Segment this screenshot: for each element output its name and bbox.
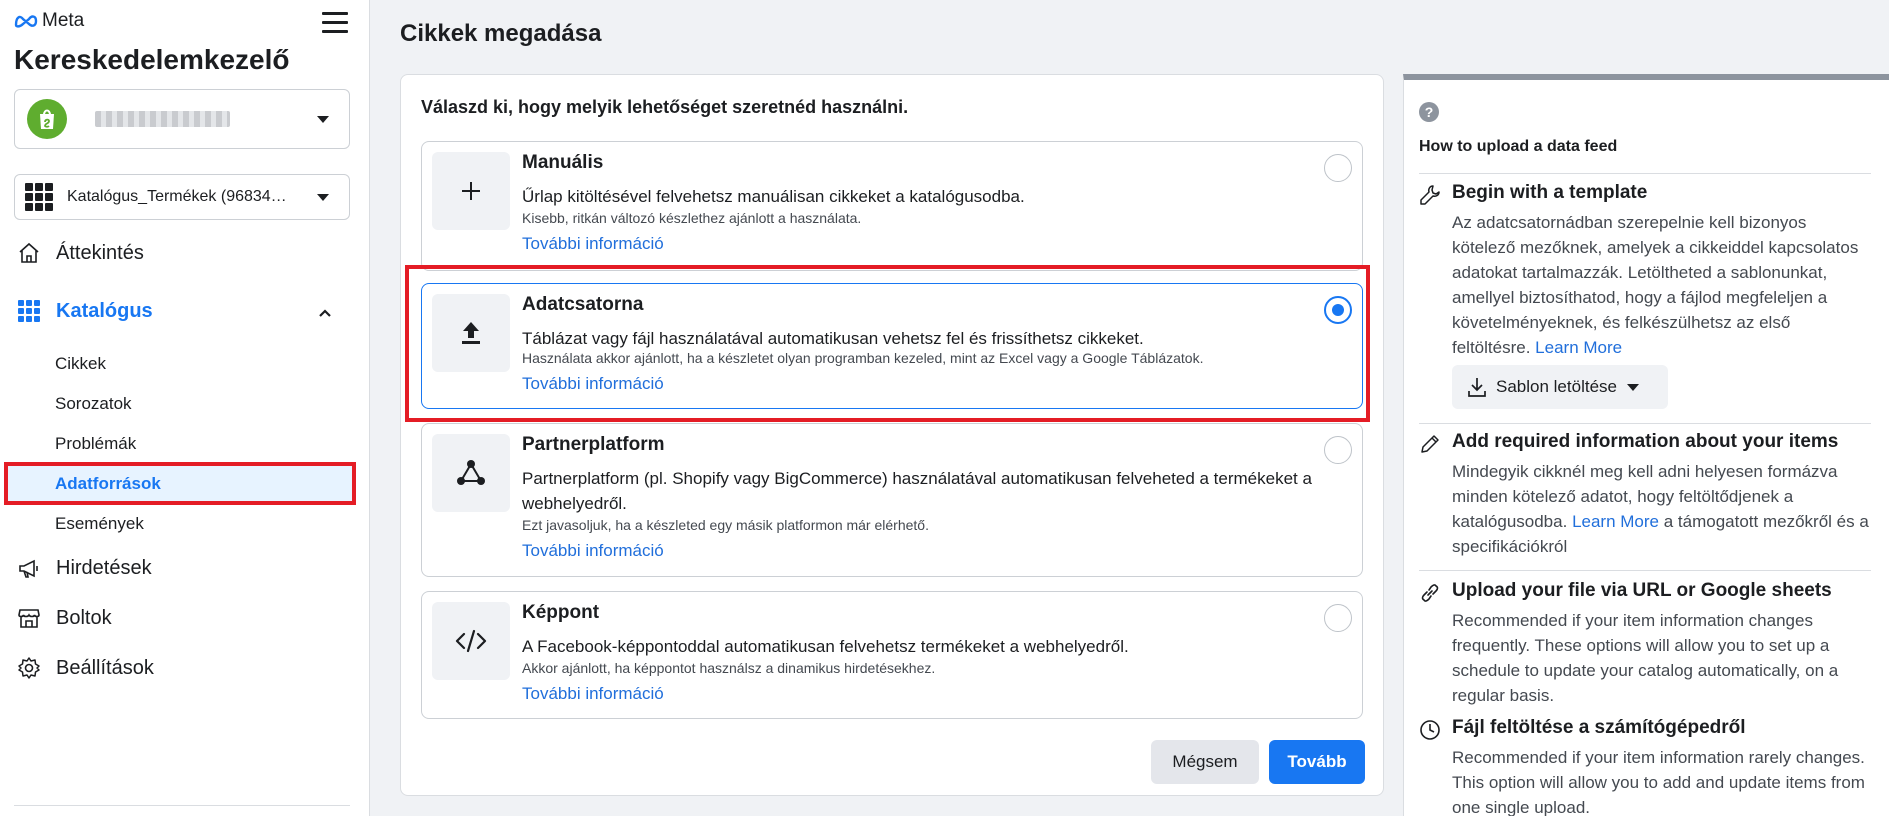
gear-icon	[16, 655, 42, 681]
divider	[1419, 570, 1871, 571]
option-note: Ezt javasoljuk, ha a készleted egy másik…	[522, 517, 929, 533]
account-selector[interactable]	[14, 89, 350, 149]
help-title: How to upload a data feed	[1419, 138, 1618, 155]
chevron-down-icon	[1626, 383, 1639, 391]
sidebar: Meta Kereskedelemkezelő Katalógus_Termék…	[0, 0, 370, 816]
option-radio[interactable]	[1324, 436, 1352, 464]
clock-icon	[1420, 720, 1440, 740]
option-radio[interactable]	[1324, 154, 1352, 182]
option-radio-selected[interactable]	[1324, 296, 1352, 324]
chevron-up-icon[interactable]	[316, 304, 334, 322]
option-card: Válaszd ki, hogy melyik lehetőséget szer…	[400, 74, 1384, 796]
plus-icon	[432, 152, 510, 230]
help-section-body: Recommended if your item information cha…	[1452, 611, 1839, 705]
nav-item-catalog[interactable]: Katalógus	[16, 298, 153, 324]
learn-more-link[interactable]: További információ	[522, 541, 664, 561]
meta-brand[interactable]: Meta	[14, 10, 84, 32]
nav-item-overview[interactable]: Áttekintés	[16, 240, 144, 266]
divider	[1419, 173, 1871, 174]
card-heading: Válaszd ki, hogy melyik lehetőséget szer…	[421, 97, 909, 117]
megaphone-icon	[16, 555, 42, 581]
learn-more-link[interactable]: További információ	[522, 234, 664, 254]
option-description: Űrlap kitöltésével felvehetsz manuálisan…	[522, 187, 1025, 206]
option-note: Kisebb, ritkán változó készlethez ajánlo…	[522, 210, 862, 226]
catalog-name: Katalógus_Termékek (96834…	[67, 188, 287, 205]
wrench-icon	[1420, 185, 1440, 205]
store-icon	[16, 605, 42, 631]
option-title: Képpont	[522, 602, 600, 623]
option-manual[interactable]: Manuális Űrlap kitöltésével felvehetsz m…	[421, 141, 1363, 271]
option-description: A Facebook-képpontoddal automatikusan fe…	[522, 637, 1129, 656]
next-button[interactable]: Tovább	[1269, 740, 1365, 784]
option-note: Akkor ajánlott, ha képpontot használsz a…	[522, 660, 936, 676]
page-title: Cikkek megadása	[400, 20, 602, 47]
nav-item-ads[interactable]: Hirdetések	[16, 555, 152, 581]
catalog-grid-icon	[25, 183, 53, 211]
menu-icon[interactable]	[322, 12, 348, 34]
meta-logo-icon	[14, 15, 38, 28]
nav-item-settings[interactable]: Beállítások	[16, 655, 154, 681]
cancel-button[interactable]: Mégsem	[1151, 740, 1259, 784]
option-partner-platform[interactable]: Partnerplatform Partnerplatform (pl. Sho…	[421, 423, 1363, 577]
nav-label: Katalógus	[56, 299, 153, 322]
option-title: Adatcsatorna	[522, 294, 644, 315]
app-title: Kereskedelemkezelő	[14, 44, 290, 75]
help-panel: ? How to upload a data feed Begin with a…	[1403, 74, 1889, 816]
option-description: Táblázat vagy fájl használatával automat…	[522, 329, 1144, 348]
pencil-icon	[1421, 435, 1439, 453]
sidebar-item-issues[interactable]: Problémák	[55, 434, 136, 454]
help-section-title: Upload your file via URL or Google sheet…	[1452, 580, 1832, 601]
divider	[14, 805, 350, 806]
app-window: Meta Kereskedelemkezelő Katalógus_Termék…	[0, 0, 1889, 816]
meta-wordmark: Meta	[42, 10, 85, 31]
nav-label: Boltok	[56, 606, 112, 629]
sidebar-item-sets[interactable]: Sorozatok	[55, 394, 132, 414]
help-section-file-upload: Fájl feltöltése a számítógépedről Recomm…	[1419, 717, 1874, 816]
option-radio[interactable]	[1324, 604, 1352, 632]
nav-label: Beállítások	[56, 656, 154, 679]
help-section-body: Mindegyik cikknél meg kell adni helyesen…	[1452, 462, 1869, 556]
shopify-bag-icon	[27, 99, 67, 139]
sidebar-item-events[interactable]: Események	[55, 514, 144, 534]
download-template-label: Sablon letöltése	[1496, 377, 1617, 396]
help-section-required-info: Add required information about your item…	[1419, 431, 1874, 561]
option-pixel[interactable]: Képpont A Facebook-képpontoddal automati…	[421, 591, 1363, 719]
code-icon	[432, 602, 510, 680]
help-section-title: Begin with a template	[1452, 182, 1648, 203]
sidebar-item-items[interactable]: Cikkek	[55, 354, 106, 374]
help-section-body: Az adatcsatornádban szerepelnie kell biz…	[1452, 213, 1859, 357]
learn-more-link[interactable]: További információ	[522, 374, 664, 394]
sidebar-item-data-sources[interactable]: Adatforrások	[4, 462, 356, 505]
link-icon	[1421, 584, 1439, 602]
help-section-body: Recommended if your item information rar…	[1452, 748, 1865, 816]
help-section-title: Fájl feltöltése a számítógépedről	[1452, 717, 1746, 738]
learn-more-link[interactable]: Learn More	[1572, 512, 1659, 531]
account-name-blurred	[95, 111, 230, 127]
nav-label: Áttekintés	[56, 241, 144, 264]
catalog-selector[interactable]: Katalógus_Termékek (96834…	[14, 174, 350, 220]
download-template-button[interactable]: Sablon letöltése	[1452, 365, 1668, 409]
learn-more-link[interactable]: További információ	[522, 684, 664, 704]
chevron-down-icon	[317, 116, 329, 123]
upload-icon	[432, 294, 510, 372]
nav-label: Hirdetések	[56, 556, 152, 579]
network-icon	[432, 434, 510, 512]
option-description: Partnerplatform (pl. Shopify vagy BigCom…	[522, 469, 1312, 513]
learn-more-link[interactable]: Learn More	[1535, 338, 1622, 357]
option-data-feed[interactable]: Adatcsatorna Táblázat vagy fájl használa…	[421, 283, 1363, 409]
help-section-title: Add required information about your item…	[1452, 431, 1839, 452]
nav-item-shops[interactable]: Boltok	[16, 605, 112, 631]
home-icon	[16, 240, 42, 266]
chevron-down-icon	[317, 194, 329, 201]
template-button-wrap: Sablon letöltése	[1419, 365, 1874, 409]
download-icon	[1468, 378, 1486, 397]
option-title: Manuális	[522, 152, 604, 173]
option-title: Partnerplatform	[522, 434, 665, 455]
help-section-template: Begin with a template Az adatcsatornádba…	[1419, 182, 1874, 382]
question-icon: ?	[1419, 102, 1439, 122]
grid-icon	[16, 298, 42, 324]
help-section-url-upload: Upload your file via URL or Google sheet…	[1419, 580, 1874, 710]
divider	[1419, 423, 1871, 424]
option-note: Használata akkor ajánlott, ha a készlete…	[522, 350, 1204, 366]
